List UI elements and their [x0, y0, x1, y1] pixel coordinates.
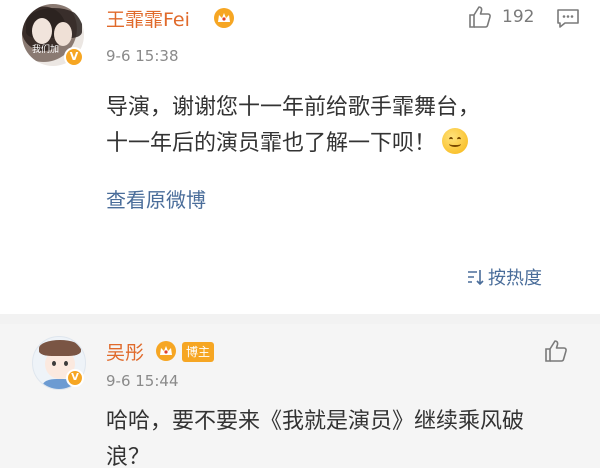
- sort-label: 按热度: [488, 268, 542, 289]
- reply-text-line: 浪？: [106, 445, 151, 468]
- sort-by-hot-button[interactable]: 按热度: [466, 264, 542, 290]
- crown-icon: [214, 8, 234, 28]
- verified-icon: V: [64, 47, 84, 67]
- reply-text: 哈哈，要不要来《我就是演员》继续乘风破 浪？: [106, 404, 576, 468]
- smile-emoji-icon: [442, 128, 469, 154]
- message-icon[interactable]: [556, 7, 580, 29]
- sort-icon: [468, 270, 484, 286]
- comment-text-line: 十一年后的演员霏也了解一下呗！: [106, 126, 576, 162]
- comment-text: 导演，谢谢您十一年前给歌手霏舞台， 十一年后的演员霏也了解一下呗！: [106, 90, 576, 162]
- divider: [0, 314, 600, 324]
- like-count: 192: [502, 7, 535, 27]
- reply-timestamp: 9-6 15:44: [106, 372, 179, 390]
- reply-username[interactable]: 吴彤: [106, 338, 144, 365]
- reply-card: V 吴彤 博主 9-6 15:44 哈哈，要不要来《我就是演员》继续乘风破 浪？: [0, 324, 600, 468]
- thumbs-up-icon[interactable]: [467, 4, 493, 30]
- reply-text-line: 哈哈，要不要来《我就是演员》继续乘风破: [106, 409, 525, 434]
- verified-icon: V: [66, 369, 84, 387]
- view-original-link[interactable]: 查看原微博: [106, 184, 206, 213]
- comment-timestamp: 9-6 15:38: [106, 47, 179, 65]
- avatar-caption: 我们加: [32, 45, 60, 55]
- thumbs-up-icon[interactable]: [543, 338, 569, 364]
- crown-icon: [156, 341, 176, 361]
- blogger-badge: 博主: [182, 342, 215, 362]
- comment-text-line: 导演，谢谢您十一年前给歌手霏舞台，: [106, 95, 481, 120]
- comment-card: 我们加 V 王霏霏Fei 9-6 15:38 192 导演，谢谢您十一年前给歌手…: [0, 0, 600, 314]
- commenter-username[interactable]: 王霏霏Fei: [106, 5, 190, 32]
